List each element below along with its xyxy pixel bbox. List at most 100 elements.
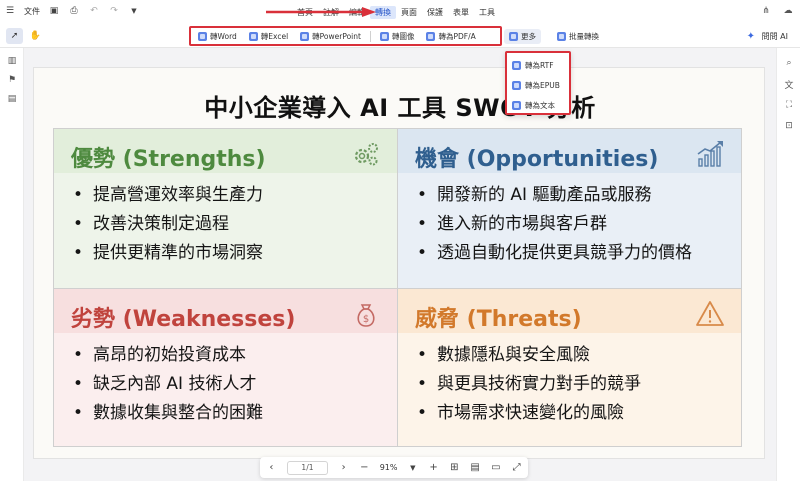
zoom-out-icon[interactable]: − <box>359 462 370 474</box>
list-item: 數據收集與整合的困難 <box>73 399 263 428</box>
redo-icon[interactable]: ↷ <box>108 5 120 17</box>
opportunities-heading: 機會 (Opportunities) <box>415 147 659 172</box>
left-sidebar: ▥ ⚑ ▤ <box>0 48 24 481</box>
to-rtf-label: 轉為RTF <box>525 60 554 70</box>
bottom-navigation: ‹ 1/1 › − 91% ▼ + ⊞ ▤ ▭ ⤢ <box>260 457 528 478</box>
file-menu[interactable]: 文件 <box>24 6 40 17</box>
comment-icon[interactable]: ▤ <box>6 93 18 105</box>
list-item: 提供更精準的市場洞察 <box>73 239 263 268</box>
menu-protect[interactable]: 保護 <box>422 6 448 19</box>
menu-form[interactable]: 表單 <box>448 6 474 19</box>
hand-icon[interactable]: ✋ <box>27 28 44 44</box>
powerpoint-icon <box>300 31 310 41</box>
weaknesses-quadrant: 劣勢 (Weaknesses) $ 高昂的初始投資成本 缺乏內部 AI 技術人才… <box>54 289 398 446</box>
annotation-arrow-icon <box>266 7 376 17</box>
top-right-tools: ⋔ ☁ <box>760 5 794 17</box>
list-item: 與更具技術實力對手的競爭 <box>417 370 641 399</box>
swot-grid: 優勢 (Strengths) 提高營運效率與生產力 改善決策制定過程 提供更精準… <box>53 128 742 447</box>
threats-heading: 威脅 (Threats) <box>415 307 582 332</box>
to-word-button[interactable]: 轉Word <box>195 30 240 43</box>
share-icon[interactable]: ⋔ <box>760 5 772 17</box>
top-menu-bar: ☰ 文件 ▣ ⎙ ↶ ↷ ▼ 首頁 註解 編輯 轉換 頁面 保護 表單 工具 ⋔… <box>0 0 800 24</box>
menu-tools[interactable]: 工具 <box>474 6 500 19</box>
translate-icon[interactable]: 文 <box>783 78 795 91</box>
more-button[interactable]: 更多 <box>504 29 541 44</box>
to-image-button[interactable]: 轉圖像 <box>377 30 418 43</box>
list-item: 市場需求快速變化的風險 <box>417 399 641 428</box>
to-excel-label: 轉Excel <box>260 31 289 41</box>
money-bag-icon: $ <box>357 304 375 327</box>
list-item: 透過自動化提供更具競爭力的價格 <box>417 239 692 268</box>
zoom-level[interactable]: 91% <box>380 463 398 472</box>
rtf-icon <box>512 60 521 70</box>
convert-toolbar: ➚ ✋ 轉Word 轉Excel 轉PowerPoint 轉圖像 轉為PDF/A… <box>0 24 800 48</box>
scan-icon[interactable]: ⊡ <box>783 120 795 132</box>
epub-icon <box>512 80 521 90</box>
hamburger-icon[interactable]: ☰ <box>4 5 16 17</box>
document-title: 中小企業導入 AI 工具 SWOT 分析 <box>204 94 596 122</box>
strengths-heading: 優勢 (Strengths) <box>71 147 266 172</box>
svg-text:$: $ <box>363 314 369 325</box>
strengths-list: 提高營運效率與生產力 改善決策制定過程 提供更精準的市場洞察 <box>73 181 263 268</box>
batch-label: 批量轉換 <box>569 32 599 41</box>
page-indicator[interactable]: 1/1 <box>286 460 329 475</box>
bookmark-icon[interactable]: ⚑ <box>6 74 18 86</box>
ask-ai-button[interactable]: ✦ 問問 AI <box>747 27 788 45</box>
text-icon <box>512 100 521 110</box>
list-item: 缺乏內部 AI 技術人才 <box>73 370 263 399</box>
right-sidebar: ⌕ 文 ⛶ ⊡ <box>776 48 800 481</box>
strengths-quadrant: 優勢 (Strengths) 提高營運效率與生產力 改善決策制定過程 提供更精準… <box>54 129 398 289</box>
thumbnails-icon[interactable]: ▥ <box>6 55 18 67</box>
opportunities-quadrant: 機會 (Opportunities) 開發新的 AI 驅動產品或服務 進入新的市… <box>398 129 741 289</box>
gears-icon <box>354 143 378 166</box>
print-icon[interactable]: ⎙ <box>68 5 80 17</box>
top-left-tools: ☰ 文件 ▣ ⎙ ↶ ↷ ▼ <box>4 5 140 17</box>
ask-ai-label: 問問 AI <box>761 31 788 41</box>
list-item: 數據隱私與安全風險 <box>417 341 641 370</box>
word-icon <box>198 31 207 41</box>
list-item: 開發新的 AI 驅動產品或服務 <box>417 181 692 210</box>
to-image-label: 轉圖像 <box>391 31 415 41</box>
more-icon <box>509 32 518 41</box>
weaknesses-list: 高昂的初始投資成本 缺乏內部 AI 技術人才 數據收集與整合的困難 <box>73 341 263 428</box>
excel-icon <box>248 31 258 41</box>
more-dropdown-menu: 轉為RTF 轉為EPUB 轉為文本 <box>505 51 571 115</box>
menu-page[interactable]: 頁面 <box>396 6 422 19</box>
save-icon[interactable]: ▣ <box>48 5 60 17</box>
chevron-down-icon[interactable]: ▼ <box>128 5 140 17</box>
batch-convert-button[interactable]: 批量轉換 <box>557 29 599 44</box>
to-rtf-item[interactable]: 轉為RTF <box>507 55 569 75</box>
select-cursor-icon[interactable]: ➚ <box>6 28 23 44</box>
undo-icon[interactable]: ↶ <box>88 5 100 17</box>
list-item: 提高營運效率與生產力 <box>73 181 263 210</box>
fullscreen-icon[interactable]: ⤢ <box>511 462 522 474</box>
to-epub-label: 轉為EPUB <box>525 80 560 90</box>
next-page-icon[interactable]: › <box>338 462 349 474</box>
cloud-icon[interactable]: ☁ <box>782 5 794 17</box>
prev-page-icon[interactable]: ‹ <box>266 462 277 474</box>
to-text-item[interactable]: 轉為文本 <box>507 95 569 115</box>
fit-page-icon[interactable]: ⊞ <box>449 462 460 474</box>
fit-width-icon[interactable]: ▤ <box>470 462 481 474</box>
growth-chart-icon <box>697 141 723 167</box>
to-pdfa-button[interactable]: 轉為PDF/A <box>423 30 478 43</box>
batch-icon <box>557 32 566 41</box>
to-excel-button[interactable]: 轉Excel <box>246 30 291 43</box>
to-powerpoint-button[interactable]: 轉PowerPoint <box>297 30 364 43</box>
ocr-icon[interactable]: ⛶ <box>783 99 795 111</box>
to-epub-item[interactable]: 轉為EPUB <box>507 75 569 95</box>
chevron-down-icon[interactable]: ▼ <box>407 462 418 474</box>
document-page: 中小企業導入 AI 工具 SWOT 分析 優勢 (Strengths) 提高營運… <box>33 67 765 459</box>
weaknesses-heading: 劣勢 (Weaknesses) <box>71 307 296 332</box>
list-item: 高昂的初始投資成本 <box>73 341 263 370</box>
threats-quadrant: 威脅 (Threats) 數據隱私與安全風險 與更具技術實力對手的競爭 市場需求… <box>398 289 741 446</box>
list-item: 改善決策制定過程 <box>73 210 263 239</box>
to-text-label: 轉為文本 <box>525 100 555 110</box>
pdfa-icon <box>426 31 436 41</box>
single-page-icon[interactable]: ▭ <box>490 462 501 474</box>
to-pdfa-label: 轉為PDF/A <box>438 31 476 41</box>
to-powerpoint-label: 轉PowerPoint <box>312 31 361 41</box>
threats-list: 數據隱私與安全風險 與更具技術實力對手的競爭 市場需求快速變化的風險 <box>417 341 641 428</box>
search-icon[interactable]: ⌕ <box>783 57 795 69</box>
zoom-in-icon[interactable]: + <box>428 462 439 474</box>
